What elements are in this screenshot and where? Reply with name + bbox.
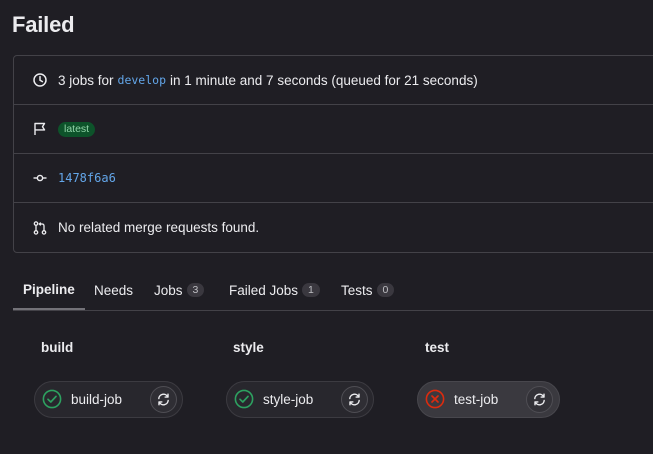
stage-title-style: style	[233, 340, 264, 355]
page-title: Failed	[12, 12, 75, 37]
job-name: style-job	[263, 392, 314, 407]
tab-count-badge: 0	[376, 283, 395, 297]
commit-sha-link[interactable]: 1478f6a6	[58, 171, 116, 185]
tab-label: Pipeline	[23, 281, 75, 297]
tab-label: Failed Jobs	[229, 282, 299, 298]
pipeline-badge-row: latest	[14, 105, 653, 154]
tab-pipeline[interactable]: Pipeline	[13, 270, 85, 310]
pipeline-merge-row: No related merge requests found.	[14, 203, 653, 252]
branch-link[interactable]: develop	[118, 73, 166, 87]
latest-badge: latest	[58, 121, 96, 137]
tab-count-badge: 1	[302, 283, 320, 297]
summary-prefix: 3 jobs for	[58, 72, 114, 88]
retry-icon	[349, 393, 360, 406]
pipeline-tabs: Pipeline Needs Jobs 3 Failed Jobs 1 Test…	[13, 270, 653, 311]
pipeline-info-box: 3 jobs for develop in 1 minute and 7 sec…	[13, 55, 653, 253]
retry-button[interactable]	[526, 386, 553, 413]
stage-title-build: build	[41, 340, 74, 355]
summary-suffix: in 1 minute and 7 seconds (queued for 21…	[170, 72, 478, 88]
tab-failed-jobs[interactable]: Failed Jobs 1	[229, 270, 320, 310]
retry-button[interactable]	[341, 386, 368, 413]
tab-needs[interactable]: Needs	[94, 270, 133, 310]
pipeline-commit-row: 1478f6a6	[14, 154, 653, 203]
tab-count-badge: 3	[186, 283, 205, 297]
pipeline-page: Failed 3 jobs for develop in 1 minute an…	[0, 0, 653, 454]
tab-label: Tests	[341, 282, 373, 298]
job-style[interactable]: style-job	[226, 381, 374, 418]
job-name: test-job	[454, 392, 499, 407]
flag-icon	[32, 121, 48, 137]
merge-requests-text: No related merge requests found.	[58, 220, 260, 235]
commit-icon	[32, 170, 48, 186]
job-name: build-job	[71, 392, 123, 407]
retry-button[interactable]	[150, 386, 177, 413]
status-failed-icon	[425, 389, 445, 409]
job-test[interactable]: test-job	[417, 381, 560, 418]
tab-jobs[interactable]: Jobs 3	[154, 270, 205, 310]
job-build[interactable]: build-job	[34, 381, 183, 418]
retry-icon	[158, 393, 169, 406]
stage-title-test: test	[425, 340, 450, 355]
retry-icon	[534, 393, 545, 406]
clock-icon	[32, 72, 48, 88]
tab-tests[interactable]: Tests 0	[341, 270, 395, 310]
status-success-icon	[42, 389, 62, 409]
pipeline-summary-row: 3 jobs for develop in 1 minute and 7 sec…	[14, 56, 653, 105]
merge-request-icon	[32, 220, 48, 236]
tab-label: Needs	[94, 282, 134, 298]
tab-label: Jobs	[154, 282, 183, 298]
status-success-icon	[234, 389, 254, 409]
